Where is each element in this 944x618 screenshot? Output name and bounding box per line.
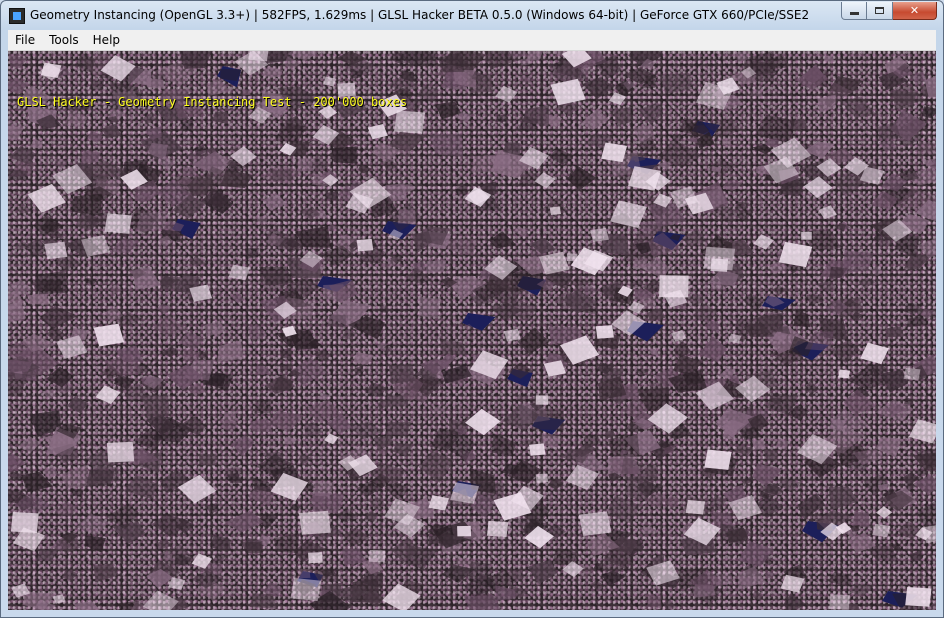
menu-file[interactable]: File <box>8 30 42 50</box>
menu-bar: File Tools Help <box>8 30 936 51</box>
title-bar[interactable]: Geometry Instancing (OpenGL 3.3+) | 582F… <box>1 1 943 29</box>
close-button[interactable]: ✕ <box>893 2 937 20</box>
app-window: Geometry Instancing (OpenGL 3.3+) | 582F… <box>0 0 944 618</box>
menu-help[interactable]: Help <box>86 30 127 50</box>
window-controls: ✕ <box>841 2 937 21</box>
overlay-caption: GLSL Hacker - Geometry Instancing Test -… <box>17 95 408 109</box>
maximize-icon <box>875 7 884 14</box>
minimize-button[interactable] <box>841 2 867 20</box>
close-icon: ✕ <box>909 4 920 17</box>
window-title: Geometry Instancing (OpenGL 3.3+) | 582F… <box>30 8 810 22</box>
menu-tools[interactable]: Tools <box>42 30 86 50</box>
app-icon <box>9 8 25 24</box>
maximize-button[interactable] <box>867 2 893 20</box>
instanced-boxes-scene <box>8 51 936 610</box>
render-viewport[interactable]: GLSL Hacker - Geometry Instancing Test -… <box>8 51 936 610</box>
minimize-icon <box>849 12 859 15</box>
